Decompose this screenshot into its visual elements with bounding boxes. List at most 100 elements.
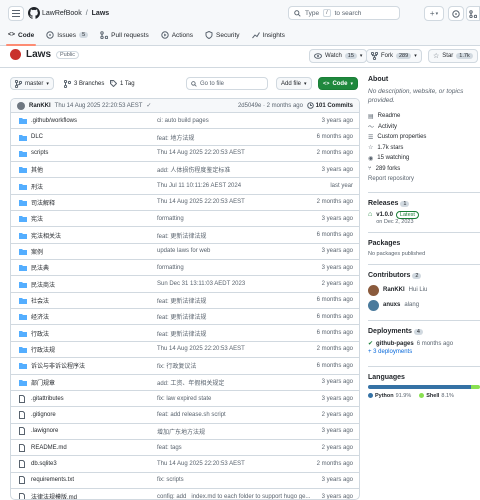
- file-name[interactable]: requirements.txt: [31, 477, 74, 483]
- readme-link[interactable]: ▤ Readme: [368, 111, 480, 122]
- file-name[interactable]: .gitattributes: [31, 396, 64, 402]
- pull-requests-button[interactable]: [466, 6, 480, 21]
- file-name[interactable]: db.sqlite3: [31, 461, 57, 467]
- github-logo-icon[interactable]: [28, 7, 40, 19]
- language-python[interactable]: Python 91.9%: [368, 393, 411, 399]
- commit-message[interactable]: feat: add release.sh script: [157, 412, 226, 418]
- table-row[interactable]: db.sqlite3 Thu 14 Aug 2025 22:20:53 AEST 2…: [11, 456, 359, 473]
- tab-security[interactable]: Security: [205, 28, 240, 42]
- custom-properties-link[interactable]: ☰ Custom properties: [368, 132, 480, 143]
- deployments-heading[interactable]: Deployments 4: [368, 328, 480, 335]
- tab-issues[interactable]: Issues 5: [46, 28, 89, 42]
- language-shell[interactable]: Shell 8.1%: [419, 393, 454, 399]
- file-name[interactable]: 民法商法: [31, 280, 55, 289]
- commit-sha-time[interactable]: 2d5049e · 2 months ago: [238, 103, 303, 109]
- commit-message[interactable]: Thu 14 Aug 2025 22:20:53 AEST: [157, 199, 245, 205]
- commit-message[interactable]: feat: 更新法律法规: [157, 329, 206, 338]
- table-row[interactable]: 民法商法 Sun Dec 31 13:11:03 AEDT 2023 2 years…: [11, 276, 359, 293]
- file-name[interactable]: 经济法: [31, 312, 49, 321]
- menu-button[interactable]: [8, 6, 24, 21]
- file-name[interactable]: README.md: [31, 445, 67, 451]
- commit-message[interactable]: fix: 行政复议法: [157, 361, 196, 370]
- commit-message[interactable]: fix: law expired state: [157, 396, 211, 402]
- tab-code[interactable]: <> Code: [5, 28, 37, 46]
- file-name[interactable]: 宪法: [31, 214, 43, 223]
- table-row[interactable]: 刑法 Thu Jul 11 10:11:26 AEST 2024 last year: [11, 178, 359, 195]
- file-name[interactable]: .gitignore: [31, 412, 56, 418]
- watching-link[interactable]: ◉ 15 watching: [368, 153, 480, 164]
- release-item[interactable]: ⌂ v1.0.0 Latest on Dec 2, 2023: [368, 210, 480, 225]
- table-row[interactable]: 部门规章 add: 工资、年假相关规定 3 years ago: [11, 375, 359, 391]
- table-row[interactable]: 经济法 feat: 更新法律法规 6 months ago: [11, 309, 359, 326]
- commit-message[interactable]: add: 工资、年假相关规定: [157, 378, 224, 387]
- star-button[interactable]: ☆ Star 1.7k: [428, 49, 478, 63]
- commit-message[interactable]: Thu 14 Aug 2025 22:20:53 AEST: [157, 346, 245, 352]
- table-row[interactable]: .lawignore 增加广东地方法规 3 years ago: [11, 424, 359, 440]
- file-name[interactable]: 行政法规: [31, 345, 55, 354]
- stars-link[interactable]: ☆ 1.7k stars: [368, 143, 480, 154]
- commit-message[interactable]: feat: 更新法律法规: [157, 296, 206, 305]
- table-row[interactable]: 行政法 feat: 更新法律法规 6 months ago: [11, 325, 359, 342]
- contributor-item[interactable]: RanKKI Hui Liu: [368, 283, 480, 298]
- file-name[interactable]: 民法典: [31, 263, 49, 272]
- contributors-heading[interactable]: Contributors 2: [368, 272, 480, 279]
- releases-heading[interactable]: Releases 1: [368, 200, 480, 207]
- deployment-item[interactable]: ✔ github-pages 6 months ago: [368, 339, 480, 349]
- tab-insights[interactable]: Insights: [251, 28, 285, 42]
- avatar[interactable]: [17, 101, 25, 110]
- table-row[interactable]: 社会法 feat: 更新法律法规 6 months ago: [11, 293, 359, 310]
- tab-pull-requests[interactable]: Pull requests: [100, 28, 149, 42]
- table-row[interactable]: .gitignore feat: add release.sh script 2 y…: [11, 407, 359, 424]
- commit-message[interactable]: config: add _index.md to each folder to …: [157, 494, 310, 499]
- breadcrumb-repo[interactable]: Laws: [92, 10, 110, 17]
- watch-button[interactable]: Watch 15 ▾: [309, 49, 368, 63]
- file-name[interactable]: .lawignore: [31, 428, 58, 434]
- commit-message[interactable]: formatting: [157, 216, 184, 222]
- commit-message[interactable]: update laws for web: [157, 248, 210, 254]
- commit-message[interactable]: 增加广东地方法规: [157, 427, 205, 436]
- commit-message[interactable]: feat: tags: [157, 445, 182, 451]
- file-name[interactable]: 案例: [31, 247, 43, 256]
- file-name[interactable]: 社会法: [31, 296, 49, 305]
- tags-link[interactable]: 1 Tag: [110, 80, 135, 87]
- table-row[interactable]: scripts Thu 14 Aug 2025 22:20:53 AEST 2 mo…: [11, 146, 359, 163]
- commit-message[interactable]: Thu Jul 11 10:11:26 AEST 2024: [157, 183, 241, 189]
- breadcrumb-owner[interactable]: LawRefBook: [42, 10, 82, 17]
- commit-message[interactable]: fix: scripts: [157, 477, 184, 483]
- table-row[interactable]: 行政法规 Thu 14 Aug 2025 22:20:53 AEST 2 month…: [11, 342, 359, 359]
- table-row[interactable]: .gitattributes fix: law expired state 3 ye…: [11, 391, 359, 408]
- search-input[interactable]: Type / to search: [288, 6, 400, 20]
- commit-message[interactable]: add: 人体损伤程度鉴定标准: [157, 165, 230, 174]
- file-name[interactable]: 其他: [31, 165, 43, 174]
- table-row[interactable]: README.md feat: tags 2 years ago: [11, 440, 359, 457]
- code-button[interactable]: <> Code ▾: [318, 77, 358, 90]
- commit-message[interactable]: Sun Dec 31 13:11:03 AEDT 2023: [157, 281, 245, 287]
- file-name[interactable]: 刑法: [31, 182, 43, 191]
- commits-link[interactable]: 101 Commits: [306, 102, 353, 109]
- activity-link[interactable]: 〜 Activity: [368, 122, 480, 133]
- table-row[interactable]: .github/workflows ci: auto build pages 3 y…: [11, 113, 359, 130]
- table-row[interactable]: 宪法 formatting 3 years ago: [11, 211, 359, 228]
- commit-message[interactable]: formatting: [157, 265, 184, 271]
- file-name[interactable]: 行政法: [31, 329, 49, 338]
- file-name[interactable]: 诉讼与非诉讼程序法: [31, 361, 85, 370]
- commit-message[interactable]: ci: auto build pages: [157, 118, 209, 124]
- table-row[interactable]: 宪法相关法 feat: 更新法律法规 6 months ago: [11, 227, 359, 244]
- file-name[interactable]: 司法解释: [31, 198, 55, 207]
- branches-link[interactable]: 3 Branches: [64, 80, 104, 88]
- file-name[interactable]: DLC: [31, 134, 43, 140]
- issues-button[interactable]: [448, 6, 464, 21]
- commit-message[interactable]: Thu 14 Aug 2025 22:20:53 AEST: [157, 150, 245, 156]
- commit-message[interactable]: Thu 14 Aug 2025 22:20:53 AEST: [55, 103, 143, 109]
- table-row[interactable]: requirements.txt fix: scripts 3 years ago: [11, 473, 359, 489]
- tab-actions[interactable]: Actions: [161, 28, 193, 42]
- file-name[interactable]: 宪法相关法: [31, 231, 61, 240]
- table-row[interactable]: 案例 update laws for web 3 years ago: [11, 244, 359, 261]
- table-row[interactable]: 其他 add: 人体损伤程度鉴定标准 3 years ago: [11, 162, 359, 179]
- forks-link[interactable]: ⑂ 289 forks: [368, 164, 480, 175]
- table-row[interactable]: 民法典 formatting 3 years ago: [11, 260, 359, 277]
- packages-heading[interactable]: Packages: [368, 240, 480, 247]
- file-name[interactable]: .github/workflows: [31, 118, 77, 124]
- file-name[interactable]: 部门规章: [31, 378, 55, 387]
- table-row[interactable]: 法律法规模版.md config: add _index.md to each f…: [11, 489, 359, 499]
